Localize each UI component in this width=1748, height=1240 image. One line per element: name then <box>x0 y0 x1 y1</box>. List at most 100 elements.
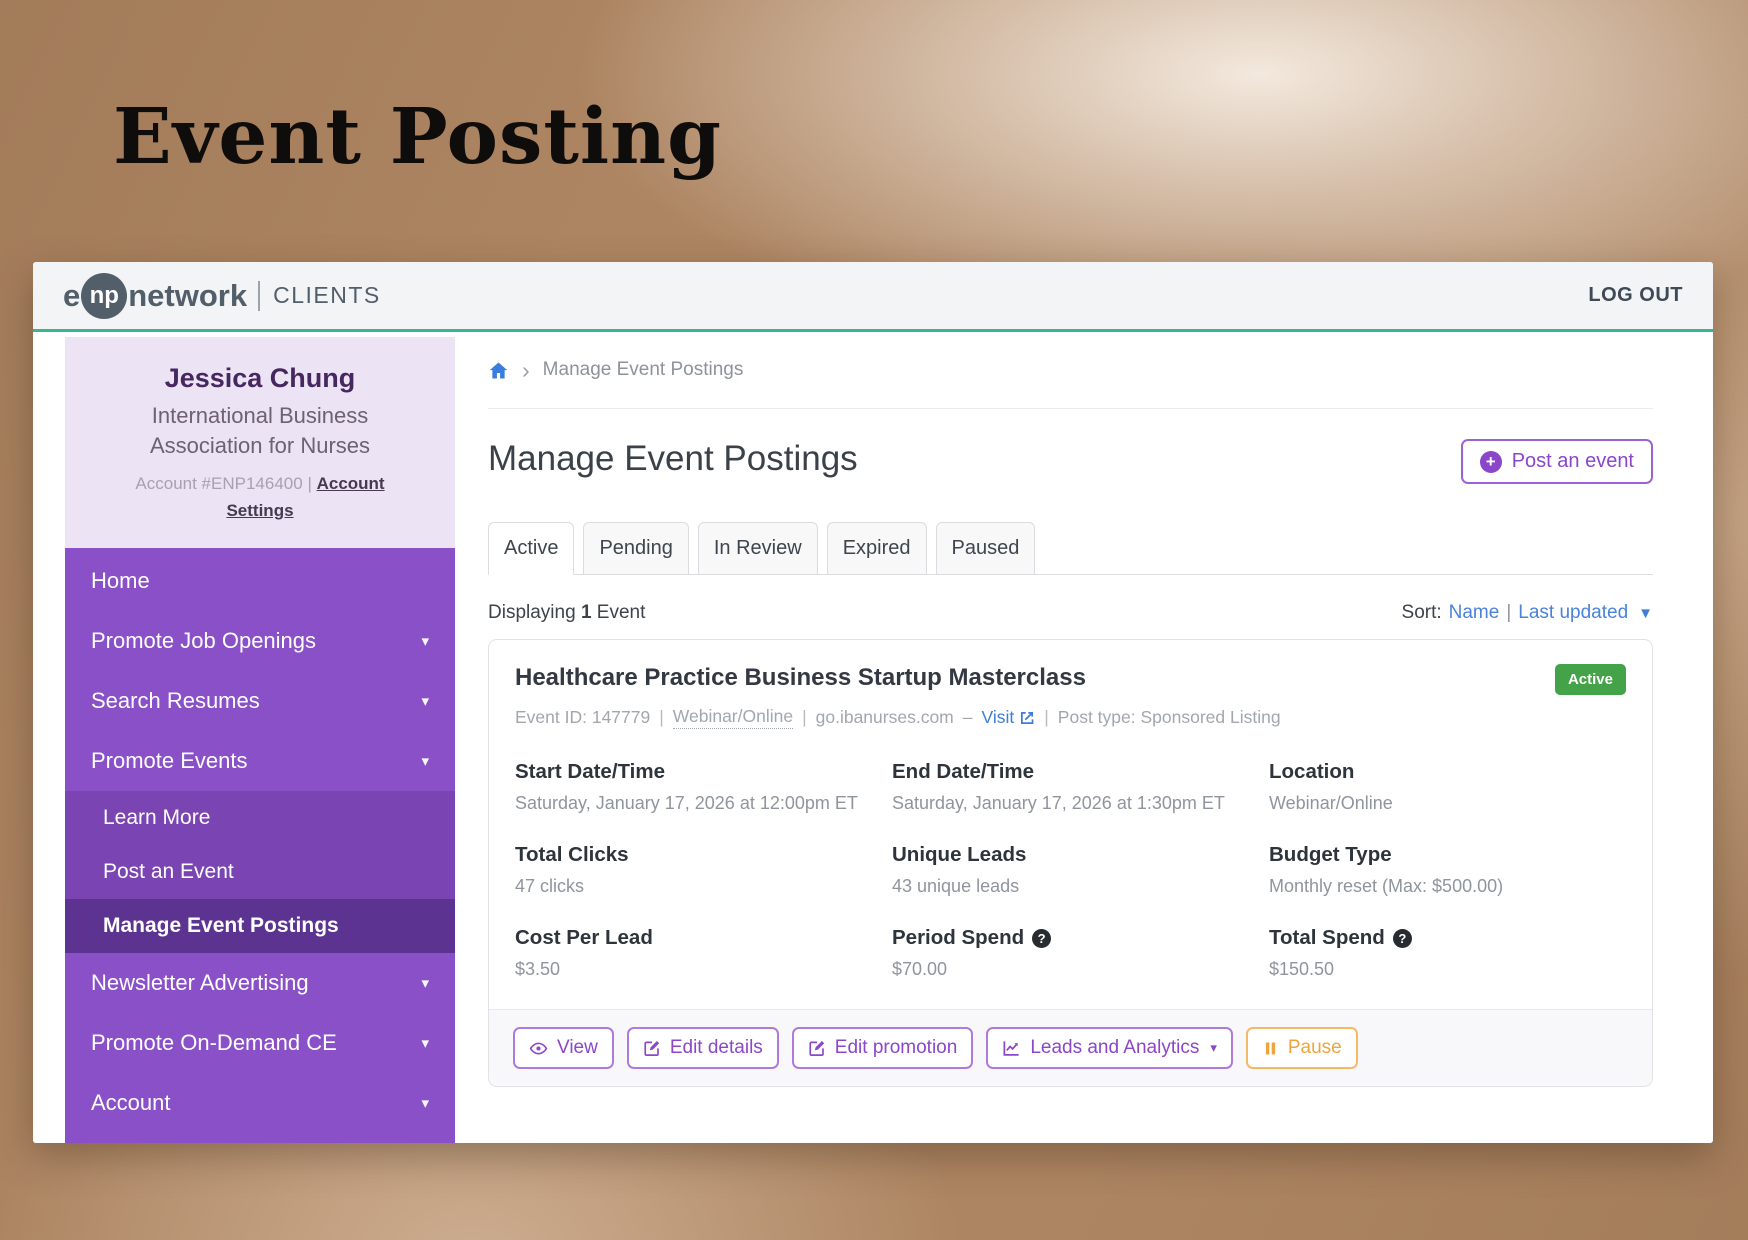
sidebar-item-promote-on-demand-ce[interactable]: Promote On-Demand CE ▾ <box>65 1013 455 1073</box>
app-header: e np network CLIENTS LOG OUT <box>33 262 1713 332</box>
sidebar-item-contact-us[interactable]: Contact Us <box>65 1133 455 1143</box>
sidebar-item-post-an-event[interactable]: Post an Event <box>65 845 455 899</box>
field-value: Webinar/Online <box>1269 793 1393 813</box>
sidebar-item-label: Promote On-Demand CE <box>91 1030 337 1056</box>
view-button[interactable]: View <box>513 1027 614 1069</box>
visit-label: Visit <box>981 707 1015 727</box>
sidebar-item-label: Learn More <box>103 806 211 830</box>
field-label: Total Spend <box>1269 926 1385 949</box>
field-budget-type: Budget Type Monthly reset (Max: $500.00) <box>1269 843 1626 897</box>
edit-icon <box>644 1041 660 1056</box>
pause-button[interactable]: Pause <box>1245 1027 1358 1069</box>
sidebar-item-promote-events[interactable]: Promote Events ▾ <box>65 731 455 791</box>
sort-separator: | <box>1506 602 1512 623</box>
help-icon[interactable]: ? <box>1032 928 1052 948</box>
account-separator: | <box>307 474 312 494</box>
event-card: Healthcare Practice Business Startup Mas… <box>488 639 1653 1087</box>
external-link-icon <box>1021 711 1034 724</box>
event-title: Healthcare Practice Business Startup Mas… <box>515 664 1086 691</box>
field-total-clicks: Total Clicks 47 clicks <box>515 843 872 897</box>
tab-in-review[interactable]: In Review <box>697 522 818 575</box>
edit-details-button[interactable]: Edit details <box>626 1027 779 1069</box>
action-label: Leads and Analytics <box>1030 1037 1200 1058</box>
logo-text-prefix: e <box>63 277 81 313</box>
page-head: Manage Event Postings + Post an event <box>488 439 1653 484</box>
results-number: 1 <box>580 602 592 623</box>
sidebar: Jessica Chung International Business Ass… <box>65 332 455 1143</box>
field-label: Budget Type <box>1269 843 1392 866</box>
logo-np-circle-icon: np <box>81 272 128 319</box>
field-label: End Date/Time <box>892 760 1035 783</box>
logout-button[interactable]: LOG OUT <box>1588 284 1683 307</box>
field-label: Start Date/Time <box>515 760 666 783</box>
sort-direction-icon[interactable]: ▼ <box>1638 605 1653 622</box>
breadcrumb-current: Manage Event Postings <box>542 359 744 380</box>
field-location: Location Webinar/Online <box>1269 760 1626 814</box>
profile-name: Jessica Chung <box>164 363 356 393</box>
meta-separator: | <box>802 707 807 727</box>
sidebar-item-label: Post an Event <box>103 860 234 884</box>
event-mode-link[interactable]: Webinar/Online <box>672 706 794 729</box>
tab-pending[interactable]: Pending <box>583 522 689 575</box>
action-label: Edit details <box>669 1037 763 1058</box>
breadcrumb-chevron-icon: › <box>522 356 530 383</box>
sidebar-item-search-resumes[interactable]: Search Resumes ▾ <box>65 671 455 731</box>
logo-circle-text: np <box>89 281 119 309</box>
field-value: Monthly reset (Max: $500.00) <box>1269 876 1504 896</box>
breadcrumb: › Manage Event Postings <box>488 332 1653 409</box>
sidebar-item-label: Promote Events <box>91 748 248 774</box>
pause-icon <box>1265 1041 1275 1055</box>
sidebar-item-promote-job-openings[interactable]: Promote Job Openings ▾ <box>65 611 455 671</box>
logo-clients-label: CLIENTS <box>273 282 381 308</box>
meta-separator: | <box>659 707 664 727</box>
field-value: $3.50 <box>515 959 561 979</box>
plus-circle-icon: + <box>1479 450 1502 473</box>
action-label: View <box>557 1037 598 1058</box>
sidebar-item-learn-more[interactable]: Learn More <box>65 791 455 845</box>
eye-icon <box>529 1042 548 1054</box>
enp-network-logo[interactable]: e np network CLIENTS <box>63 272 381 319</box>
event-actions: View Edit details Edit promotion Leads a… <box>489 1009 1652 1086</box>
sidebar-item-label: Home <box>91 568 150 594</box>
sidebar-item-home[interactable]: Home <box>65 548 455 611</box>
sidebar-menu: Home Promote Job Openings ▾ Search Resum… <box>65 548 455 1143</box>
slide-title: Event Posting <box>113 92 722 182</box>
tab-expired[interactable]: Expired <box>826 522 927 575</box>
status-badge: Active <box>1554 664 1626 695</box>
leads-and-analytics-button[interactable]: Leads and Analytics ▾ <box>986 1027 1233 1069</box>
sort-by-name-link[interactable]: Name <box>1449 602 1500 624</box>
sidebar-item-manage-event-postings[interactable]: Manage Event Postings <box>65 899 455 954</box>
field-end-date-time: End Date/Time Saturday, January 17, 2026… <box>892 760 1249 814</box>
field-total-spend: Total Spend ? $150.50 <box>1269 926 1626 980</box>
slide-background: Event Posting e np network CLIENTS LOG O… <box>0 0 1748 1240</box>
logo-text-suffix: network <box>128 277 248 313</box>
help-icon[interactable]: ? <box>1392 928 1412 948</box>
tab-bar: Active Pending In Review Expired Paused <box>488 522 1653 575</box>
event-stats-grid: Start Date/Time Saturday, January 17, 20… <box>515 760 1626 980</box>
action-label: Edit promotion <box>834 1037 958 1058</box>
sidebar-item-account[interactable]: Account ▾ <box>65 1073 455 1133</box>
chevron-down-icon: ▾ <box>421 1095 429 1113</box>
meta-separator: | <box>1044 707 1049 727</box>
event-card-body: Healthcare Practice Business Startup Mas… <box>489 640 1652 1009</box>
tab-paused[interactable]: Paused <box>935 522 1036 575</box>
action-label: Pause <box>1287 1037 1342 1058</box>
field-value: Saturday, January 17, 2026 at 1:30pm ET <box>892 793 1225 813</box>
results-prefix: Displaying <box>488 602 576 623</box>
field-label: Period Spend <box>892 926 1025 949</box>
edit-promotion-button[interactable]: Edit promotion <box>791 1027 974 1069</box>
field-cost-per-lead: Cost Per Lead $3.50 <box>515 926 872 980</box>
sort-by-last-updated-link[interactable]: Last updated <box>1518 602 1628 624</box>
home-icon[interactable] <box>488 360 509 381</box>
sort-label: Sort: <box>1401 602 1442 623</box>
field-label: Unique Leads <box>892 843 1027 866</box>
sidebar-item-newsletter-advertising[interactable]: Newsletter Advertising ▾ <box>65 953 455 1013</box>
sort-controls: Sort: Name | Last updated ▼ <box>1402 602 1653 624</box>
post-an-event-button[interactable]: + Post an event <box>1460 439 1653 484</box>
tab-active[interactable]: Active <box>488 522 575 575</box>
field-value: $150.50 <box>1269 959 1335 979</box>
field-value: Saturday, January 17, 2026 at 12:00pm ET <box>515 793 858 813</box>
chevron-down-icon: ▾ <box>421 1035 429 1053</box>
profile-organization: International Business Association for N… <box>149 403 371 458</box>
visit-link[interactable]: Visit <box>982 707 1036 728</box>
